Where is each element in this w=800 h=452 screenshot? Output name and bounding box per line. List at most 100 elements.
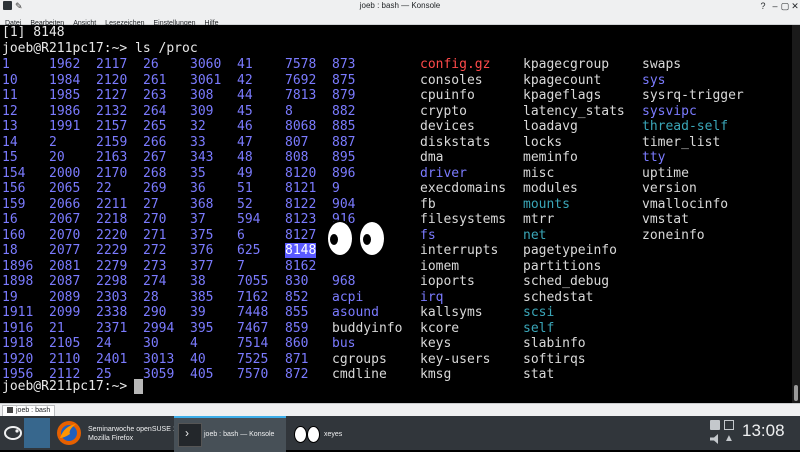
- ls-entry: 1984: [49, 72, 81, 88]
- ls-entry: 7: [237, 258, 245, 274]
- ls-entry: 1918: [2, 336, 34, 351]
- ls-entry: 375: [190, 227, 214, 243]
- ls-entry: key-users: [420, 351, 491, 367]
- right-pupil: [363, 234, 371, 245]
- ls-column: kpagecgroup kpagecount kpageflags latency_s…: [523, 57, 625, 383]
- ls-entry: 38: [190, 274, 206, 289]
- ls-entry: 2211: [96, 196, 128, 212]
- ls-entry: devices: [420, 119, 475, 134]
- close-button[interactable]: ✕: [790, 1, 800, 11]
- ls-entry: fs: [420, 227, 436, 243]
- ls-entry: 159: [2, 196, 26, 212]
- ls-entry: 8127: [285, 227, 317, 243]
- clock[interactable]: 13:08: [742, 421, 785, 441]
- ls-entry: 35: [190, 165, 206, 181]
- ls-entry: 2163: [96, 150, 128, 165]
- ls-entry: 896: [332, 165, 356, 181]
- task-firefox[interactable]: Seminarwoche openSUSE 15.0 - Mozilla Fir…: [54, 418, 191, 448]
- ls-entry: 395: [190, 320, 214, 336]
- terminal-area[interactable]: [1] 8148 joeb@R211pc17:~> ls /proc 1 10 11…: [0, 25, 792, 403]
- ls-entry: 968: [332, 274, 356, 289]
- ls-entry: interrupts: [420, 243, 499, 258]
- ls-entry: 264: [143, 103, 167, 119]
- ls-entry: diskstats: [420, 134, 491, 150]
- help-button[interactable]: ?: [758, 1, 768, 11]
- ls-entry: 269: [143, 181, 167, 196]
- ls-entry: 48: [237, 150, 253, 165]
- ls-entry: vmstat: [642, 212, 689, 227]
- ls-entry: swaps: [642, 57, 682, 72]
- network-icon[interactable]: ▲: [724, 434, 734, 444]
- ls-entry: fb: [420, 196, 436, 212]
- ls-entry: 7525: [237, 351, 269, 367]
- ls-entry: driver: [420, 165, 467, 181]
- ls-column: config.gz consoles cpuinfo crypto devices dis…: [420, 57, 506, 383]
- ls-entry: 872: [285, 367, 309, 382]
- ls-entry: 875: [332, 72, 356, 88]
- ls-entry: version: [642, 181, 697, 196]
- ls-entry: 44: [237, 88, 253, 103]
- device-icon[interactable]: [724, 420, 734, 430]
- ls-entry: 368: [190, 196, 214, 212]
- ls-entry: tty: [642, 150, 666, 165]
- ls-entry: 42: [237, 72, 253, 88]
- clipboard-icon[interactable]: [710, 420, 720, 430]
- ls-entry: 13: [2, 119, 18, 134]
- ls-entry: 1962: [49, 57, 81, 72]
- ls-entry: 32: [190, 119, 206, 134]
- ls-entry: 7162: [237, 289, 269, 305]
- ls-entry: 22: [96, 181, 112, 196]
- ls-entry: 343: [190, 150, 214, 165]
- ls-entry: 8121: [285, 181, 317, 196]
- ls-entry: 2132: [96, 103, 128, 119]
- ls-entry: acpi: [332, 289, 364, 305]
- ls-entry: dma: [420, 150, 444, 165]
- ls-entry: 885: [332, 119, 356, 134]
- taskbar-panel: Seminarwoche openSUSE 15.0 - Mozilla Fir…: [0, 416, 800, 452]
- ls-entry: 2159: [96, 134, 128, 150]
- ls-entry: 272: [143, 243, 167, 258]
- ls-entry: 3059: [143, 367, 175, 382]
- ls-entry: pagetypeinfo: [523, 243, 617, 258]
- ls-entry: 2298: [96, 274, 128, 289]
- virtual-desktop-pager[interactable]: [24, 418, 50, 448]
- ls-entry: 8120: [285, 165, 317, 181]
- ls-entry: 21: [49, 320, 65, 336]
- ls-entry: scsi: [523, 305, 555, 320]
- task-konsole[interactable]: › joeb : bash — Konsole: [174, 416, 286, 452]
- xeyes-window[interactable]: [326, 220, 386, 257]
- ls-entry: 1991: [49, 119, 81, 134]
- ls-entry: 8123: [285, 212, 317, 227]
- ls-entry: timer_list: [642, 134, 721, 150]
- right-eye: [358, 220, 386, 257]
- ls-entry: 2170: [96, 165, 128, 181]
- ls-entry: 807: [285, 134, 309, 150]
- ls-entry: 40: [190, 351, 206, 367]
- ls-entry: 30: [143, 336, 159, 351]
- ls-entry: 2087: [49, 274, 81, 289]
- ls-entry: 1985: [49, 88, 81, 103]
- ls-entry: 41: [237, 57, 253, 72]
- ls-entry: 28: [143, 289, 159, 305]
- ls-entry: 14: [2, 134, 18, 150]
- ls-entry: 8: [285, 103, 293, 119]
- tab-label: joeb : bash: [16, 407, 51, 414]
- firefox-icon: [57, 421, 81, 445]
- ls-column: 26 261 263 264 265 266 267 268 269 27 270 271 272 273…: [143, 57, 174, 383]
- xeyes-task-title: xeyes: [324, 431, 343, 438]
- ls-column: 41 42 44 45 46 47 48 49 51 52 594 6 625 7 7055 7162 7448…: [237, 57, 268, 383]
- ls-entry: 808: [285, 150, 309, 165]
- ls-entry: 266: [143, 134, 167, 150]
- ls-entry: 273: [143, 258, 167, 274]
- left-eye: [326, 220, 354, 257]
- task-xeyes[interactable]: xeyes: [290, 418, 370, 448]
- scrollbar-thumb[interactable]: [794, 385, 798, 401]
- terminal-scrollbar[interactable]: [792, 25, 800, 403]
- volume-icon[interactable]: [710, 434, 718, 444]
- minimize-button[interactable]: –: [770, 1, 780, 11]
- ls-entry: 2065: [49, 181, 81, 196]
- ls-entry: 6: [237, 227, 245, 243]
- ls-entry: sysvipc: [642, 103, 697, 119]
- ls-entry: 271: [143, 227, 167, 243]
- maximize-button[interactable]: ▢: [780, 1, 790, 11]
